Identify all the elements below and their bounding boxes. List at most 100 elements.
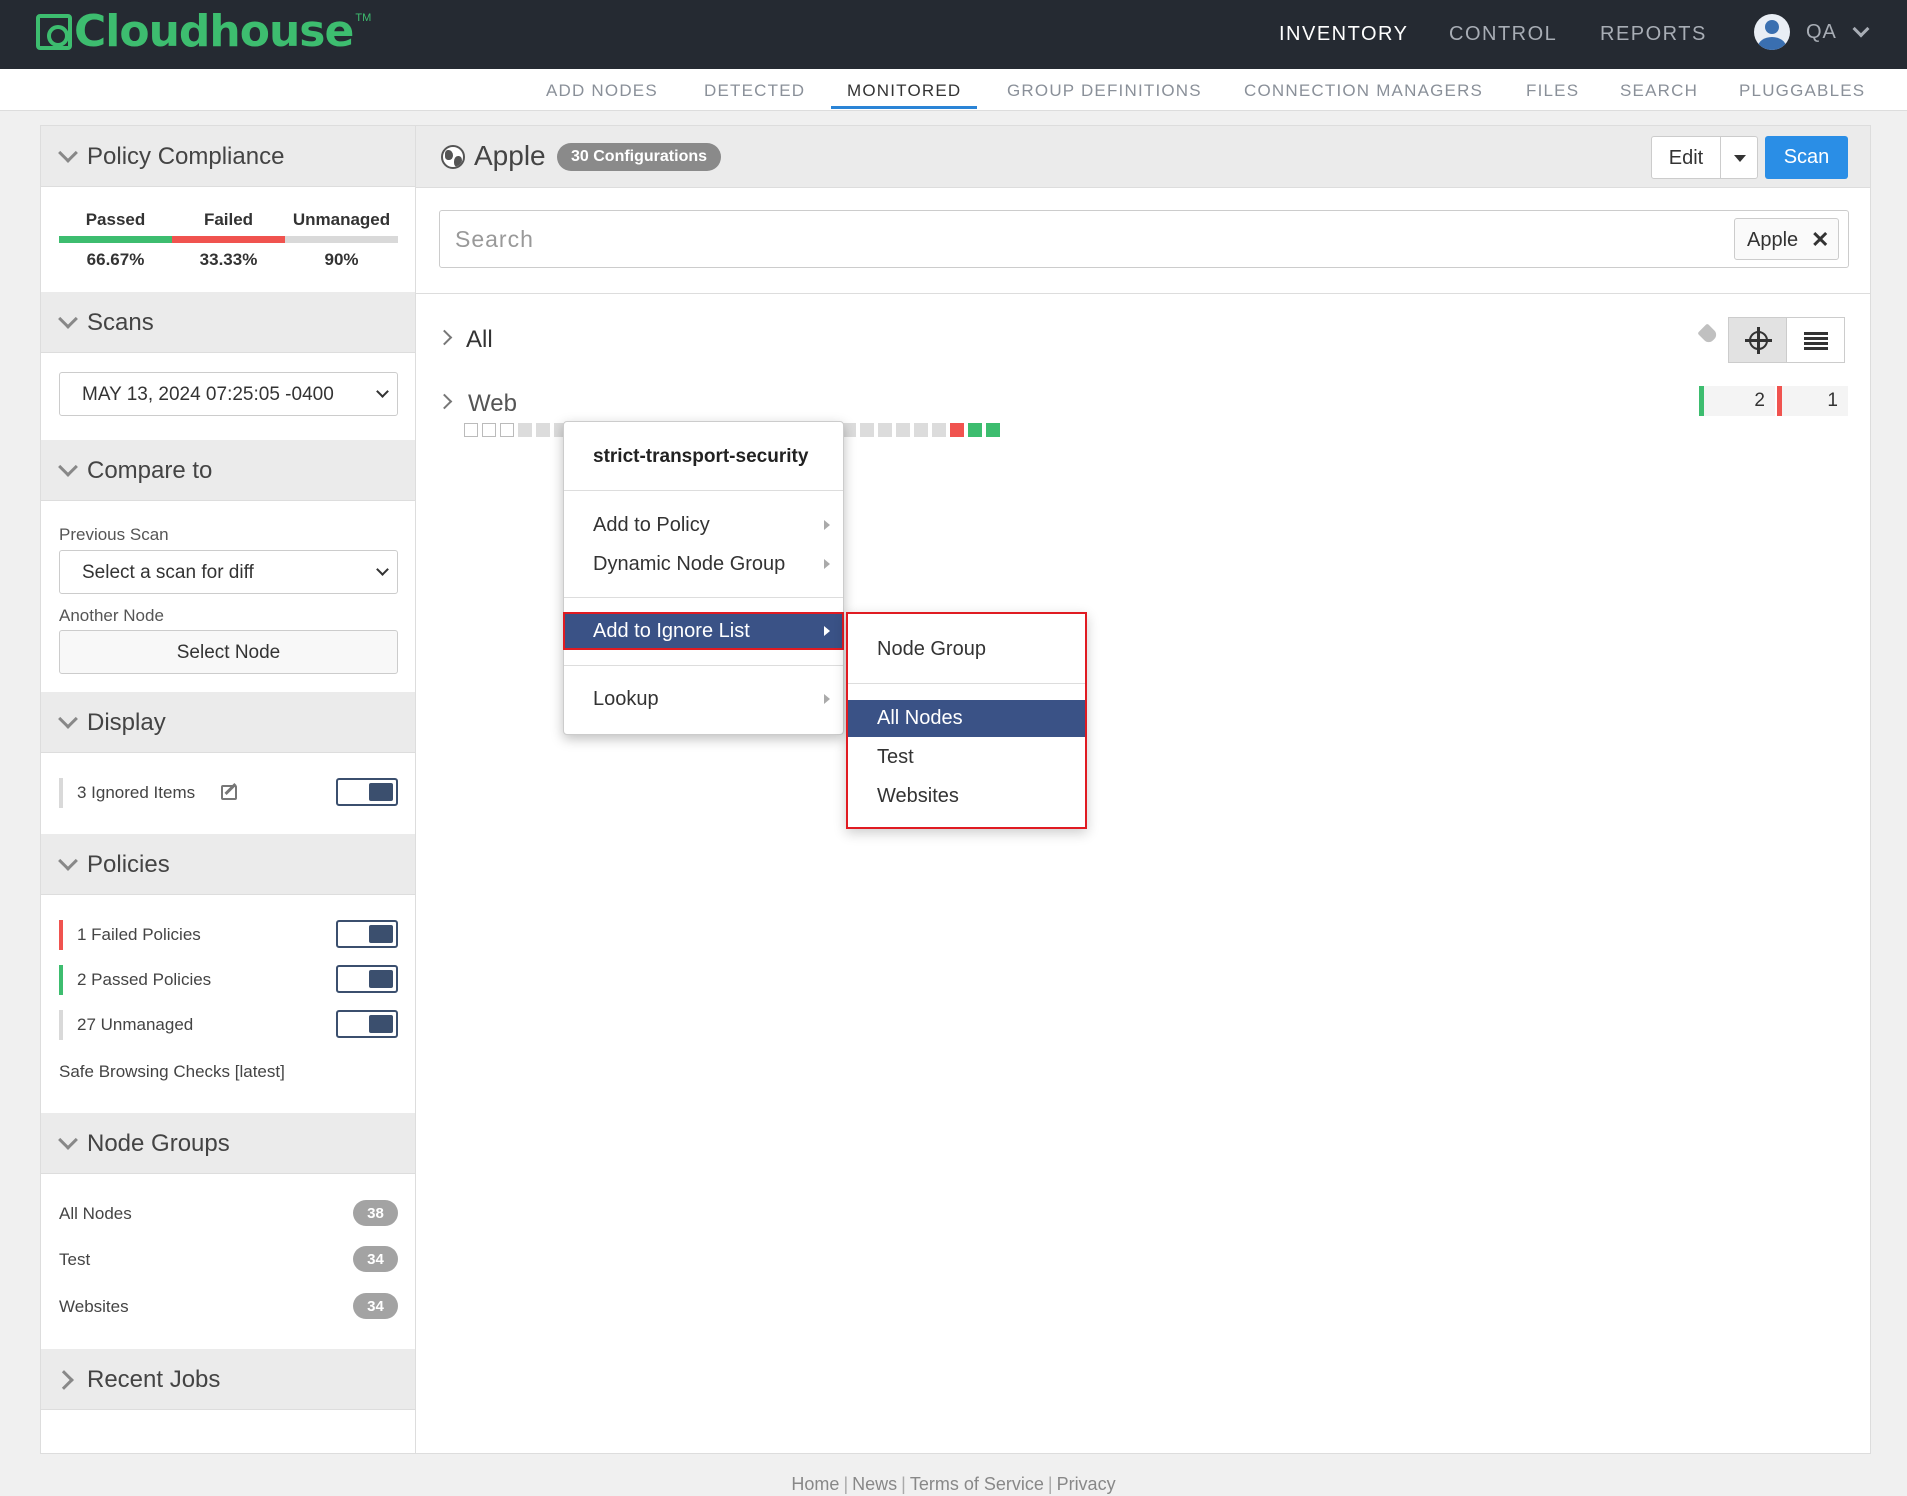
section-title: Policies bbox=[87, 851, 170, 878]
compare-header[interactable]: Compare to bbox=[41, 440, 415, 501]
nav-control[interactable]: CONTROL bbox=[1449, 23, 1557, 46]
safe-browsing-label[interactable]: Safe Browsing Checks [latest] bbox=[59, 1062, 285, 1082]
configuration-square[interactable] bbox=[950, 423, 964, 437]
configuration-square[interactable] bbox=[968, 423, 982, 437]
subnav-files[interactable]: FILES bbox=[1526, 81, 1579, 101]
passed-policies-toggle[interactable] bbox=[336, 965, 398, 993]
previous-scan-select[interactable]: Select a scan for diff bbox=[59, 550, 398, 594]
ignored-items-toggle[interactable] bbox=[336, 778, 398, 806]
node-groups-header[interactable]: Node Groups bbox=[41, 1113, 415, 1174]
policy-compliance-header[interactable]: Policy Compliance bbox=[41, 126, 415, 187]
configuration-square[interactable] bbox=[896, 423, 910, 437]
chevron-right-icon[interactable] bbox=[436, 393, 453, 410]
passed-indicator bbox=[1699, 386, 1704, 416]
list-icon bbox=[1804, 332, 1828, 350]
scan-button[interactable]: Scan bbox=[1765, 136, 1848, 179]
section-title: Policy Compliance bbox=[87, 143, 285, 170]
row-indicator bbox=[59, 965, 63, 995]
map-view-button[interactable] bbox=[1728, 317, 1787, 363]
divider bbox=[564, 665, 843, 666]
menu-item-add-to-policy[interactable]: Add to Policy bbox=[564, 507, 843, 543]
footer-link-terms[interactable]: Terms of Service bbox=[910, 1474, 1044, 1494]
unmanaged-policies-toggle[interactable] bbox=[336, 1010, 398, 1038]
subnav-connection-managers[interactable]: CONNECTION MANAGERS bbox=[1244, 81, 1483, 101]
scan-select[interactable]: MAY 13, 2024 07:25:05 -0400 bbox=[59, 372, 398, 416]
edit-dropdown-button[interactable] bbox=[1720, 136, 1758, 179]
nav-inventory[interactable]: INVENTORY bbox=[1279, 23, 1408, 46]
chevron-down-icon bbox=[58, 1130, 78, 1150]
configuration-square[interactable] bbox=[914, 423, 928, 437]
failed-count[interactable]: 1 bbox=[1777, 386, 1848, 416]
scans-header[interactable]: Scans bbox=[41, 292, 415, 353]
recent-jobs-header[interactable]: Recent Jobs bbox=[41, 1349, 415, 1410]
row-indicator bbox=[59, 920, 63, 950]
context-menu-title: strict-transport-security bbox=[593, 446, 809, 467]
footer-link-privacy[interactable]: Privacy bbox=[1057, 1474, 1116, 1494]
configuration-square[interactable] bbox=[932, 423, 946, 437]
list-view-button[interactable] bbox=[1786, 317, 1845, 363]
another-node-label: Another Node bbox=[59, 606, 164, 625]
subnav-monitored[interactable]: MONITORED bbox=[847, 81, 961, 101]
configuration-square[interactable] bbox=[860, 423, 874, 437]
section-title: Display bbox=[87, 709, 166, 736]
section-title: Scans bbox=[87, 309, 154, 336]
node-group-item[interactable]: All Nodes 38 bbox=[59, 1200, 398, 1228]
passed-count[interactable]: 2 bbox=[1699, 386, 1775, 416]
configuration-square[interactable] bbox=[500, 423, 514, 437]
menu-item-dynamic-node-group[interactable]: Dynamic Node Group bbox=[564, 546, 843, 582]
node-group-item[interactable]: Websites 34 bbox=[59, 1293, 398, 1321]
section-title: Compare to bbox=[87, 457, 213, 484]
menu-item-label: Dynamic Node Group bbox=[593, 553, 786, 575]
chevron-down-icon bbox=[58, 709, 78, 729]
chevron-right-icon[interactable] bbox=[436, 329, 453, 346]
edit-icon[interactable] bbox=[221, 785, 237, 800]
submenu-item-test[interactable]: Test bbox=[848, 739, 1085, 776]
select-node-button[interactable]: Select Node bbox=[59, 630, 398, 674]
configuration-square[interactable] bbox=[482, 423, 496, 437]
submenu-item-websites[interactable]: Websites bbox=[848, 778, 1085, 815]
footer: Home | News | Terms of Service | Privacy bbox=[791, 1474, 1116, 1494]
configuration-square[interactable] bbox=[878, 423, 892, 437]
failed-policies-toggle[interactable] bbox=[336, 920, 398, 948]
tag-icon[interactable] bbox=[1697, 323, 1719, 345]
policy-row: 1 Failed Policies bbox=[59, 920, 398, 950]
policies-header[interactable]: Policies bbox=[41, 834, 415, 895]
edit-button[interactable]: Edit bbox=[1651, 136, 1721, 179]
menu-item-lookup[interactable]: Lookup bbox=[564, 681, 843, 717]
menu-item-label: Add to Policy bbox=[593, 514, 710, 536]
top-bar: Cloudhouse TM INVENTORY CONTROL REPORTS … bbox=[0, 0, 1907, 69]
tree-node-all[interactable]: All bbox=[466, 326, 493, 354]
submenu-item-all-nodes[interactable]: All Nodes bbox=[848, 700, 1085, 737]
chevron-down-icon bbox=[58, 457, 78, 477]
subnav-add-nodes[interactable]: ADD NODES bbox=[546, 81, 658, 101]
configuration-square[interactable] bbox=[536, 423, 550, 437]
context-menu: strict-transport-security Add to Policy … bbox=[563, 421, 844, 735]
scan-select-value: MAY 13, 2024 07:25:05 -0400 bbox=[82, 384, 334, 405]
search-input[interactable] bbox=[440, 211, 1720, 267]
display-header[interactable]: Display bbox=[41, 692, 415, 753]
configuration-square[interactable] bbox=[986, 423, 1000, 437]
node-group-label: Websites bbox=[59, 1297, 129, 1316]
configuration-square[interactable] bbox=[518, 423, 532, 437]
node-group-label: Test bbox=[59, 1250, 91, 1269]
unmanaged-label: Unmanaged bbox=[292, 210, 391, 229]
nav-reports[interactable]: REPORTS bbox=[1600, 23, 1707, 46]
footer-link-home[interactable]: Home bbox=[791, 1474, 839, 1494]
node-group-item[interactable]: Test 34 bbox=[59, 1246, 398, 1274]
tree-node-web[interactable]: Web bbox=[468, 390, 517, 418]
cloudhouse-logo[interactable]: Cloudhouse TM bbox=[36, 10, 371, 54]
menu-item-add-to-ignore-list[interactable]: Add to Ignore List bbox=[563, 612, 844, 650]
caret-right-icon bbox=[824, 626, 830, 636]
subnav-detected[interactable]: DETECTED bbox=[704, 81, 805, 101]
configuration-square[interactable] bbox=[464, 423, 478, 437]
subnav-group-definitions[interactable]: GROUP DEFINITIONS bbox=[1007, 81, 1202, 101]
subnav-search[interactable]: SEARCH bbox=[1620, 81, 1698, 101]
ignored-items-row: 3 Ignored Items bbox=[59, 778, 398, 808]
close-icon[interactable]: ✕ bbox=[1811, 227, 1829, 253]
subnav-pluggables[interactable]: PLUGGABLES bbox=[1739, 81, 1865, 101]
configurations-badge: 30 Configurations bbox=[557, 143, 722, 171]
footer-link-news[interactable]: News bbox=[852, 1474, 897, 1494]
configuration-square[interactable] bbox=[842, 423, 856, 437]
submenu-title: Node Group bbox=[877, 638, 986, 660]
user-menu[interactable]: QA bbox=[1754, 14, 1870, 50]
